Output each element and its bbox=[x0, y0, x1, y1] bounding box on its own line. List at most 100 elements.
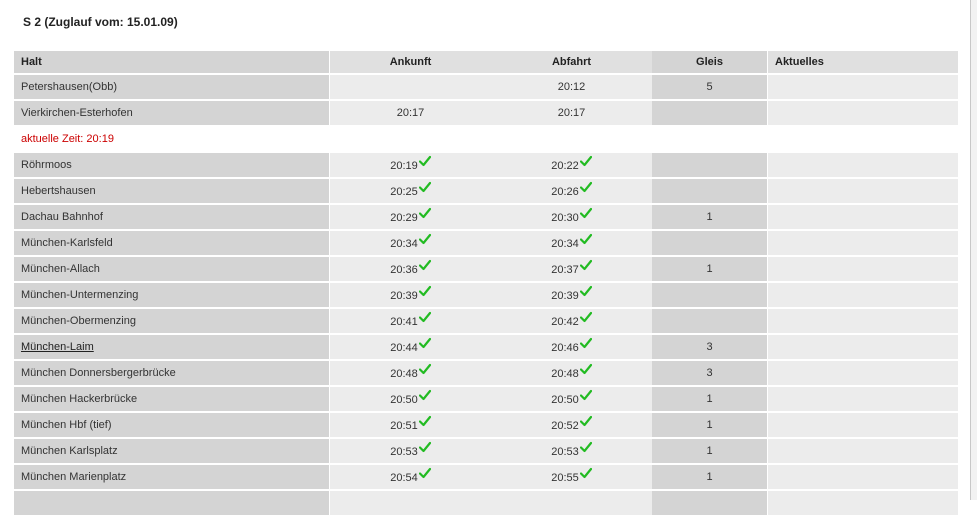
cell-abfahrt bbox=[491, 491, 652, 517]
check-icon bbox=[418, 467, 431, 482]
station-name: Dachau Bahnhof bbox=[21, 211, 103, 223]
cell-halt: München-Allach bbox=[14, 257, 330, 283]
station-name: Röhrmoos bbox=[21, 159, 72, 171]
check-icon bbox=[579, 441, 592, 456]
cell-aktuelles bbox=[768, 387, 958, 413]
cell-abfahrt: 20:39 bbox=[491, 283, 652, 309]
station-name: München-Obermenzing bbox=[21, 315, 136, 327]
table-row: München Hackerbrücke 20:50 20:50 1 bbox=[14, 387, 958, 413]
cell-halt[interactable]: München-Laim bbox=[14, 335, 330, 361]
check-icon bbox=[579, 389, 592, 404]
cell-ankunft: 20:53 bbox=[330, 439, 491, 465]
cell-gleis: 1 bbox=[652, 465, 768, 491]
table-row: München Donnersbergerbrücke 20:48 20:48 3 bbox=[14, 361, 958, 387]
station-name: Hebertshausen bbox=[21, 185, 96, 197]
cell-aktuelles bbox=[768, 179, 958, 205]
cell-halt: München Donnersbergerbrücke bbox=[14, 361, 330, 387]
table-row: Petershausen(Obb) 20:12 5 bbox=[14, 75, 958, 101]
cell-aktuelles bbox=[768, 309, 958, 335]
time-value: 20:12 bbox=[557, 81, 586, 93]
time-value: 20:34 bbox=[551, 237, 579, 250]
cell-abfahrt: 20:37 bbox=[491, 257, 652, 283]
cell-abfahrt: 20:22 bbox=[491, 153, 652, 179]
time-value: 20:26 bbox=[551, 185, 579, 198]
check-icon bbox=[418, 285, 431, 300]
cell-abfahrt: 20:12 bbox=[491, 75, 652, 101]
header-abfahrt: Abfahrt bbox=[491, 51, 652, 75]
station-name: München-Karlsfeld bbox=[21, 237, 113, 249]
station-name: München-Allach bbox=[21, 263, 100, 275]
table-row: Dachau Bahnhof 20:29 20:30 1 bbox=[14, 205, 958, 231]
cell-aktuelles bbox=[768, 439, 958, 465]
station-link[interactable]: München-Laim bbox=[21, 341, 94, 353]
station-name: München Donnersbergerbrücke bbox=[21, 367, 176, 379]
check-icon bbox=[418, 181, 431, 196]
table-row: München-Allach 20:36 20:37 1 bbox=[14, 257, 958, 283]
cell-gleis: 3 bbox=[652, 335, 768, 361]
cell-ankunft: 20:25 bbox=[330, 179, 491, 205]
cell-halt bbox=[14, 491, 330, 517]
cell-ankunft bbox=[330, 491, 491, 517]
cell-ankunft: 20:50 bbox=[330, 387, 491, 413]
check-icon bbox=[579, 155, 592, 170]
time-value: 20:25 bbox=[390, 185, 418, 198]
cell-ankunft: 20:17 bbox=[330, 101, 491, 127]
time-value: 20:54 bbox=[390, 471, 418, 484]
cell-gleis: 1 bbox=[652, 205, 768, 231]
cell-halt: München-Karlsfeld bbox=[14, 231, 330, 257]
cell-ankunft: 20:54 bbox=[330, 465, 491, 491]
cell-gleis: 3 bbox=[652, 361, 768, 387]
cell-ankunft: 20:34 bbox=[330, 231, 491, 257]
check-icon bbox=[418, 415, 431, 430]
cell-aktuelles bbox=[768, 335, 958, 361]
table-row: München Marienplatz 20:54 20:55 1 bbox=[14, 465, 958, 491]
cell-halt: Röhrmoos bbox=[14, 153, 330, 179]
cell-halt: Dachau Bahnhof bbox=[14, 205, 330, 231]
table-row: München Karlsplatz 20:53 20:53 1 bbox=[14, 439, 958, 465]
check-icon bbox=[418, 207, 431, 222]
cell-gleis: 1 bbox=[652, 413, 768, 439]
check-icon bbox=[579, 415, 592, 430]
cell-gleis bbox=[652, 179, 768, 205]
time-value: 20:46 bbox=[551, 341, 579, 354]
table-row bbox=[14, 491, 958, 517]
header-halt: Halt bbox=[14, 51, 330, 75]
time-value: 20:37 bbox=[551, 263, 579, 276]
check-icon bbox=[579, 259, 592, 274]
check-icon bbox=[579, 363, 592, 378]
cell-abfahrt: 20:46 bbox=[491, 335, 652, 361]
header-gleis: Gleis bbox=[652, 51, 768, 75]
time-value: 20:36 bbox=[390, 263, 418, 276]
station-name: Vierkirchen-Esterhofen bbox=[21, 107, 133, 119]
cell-halt: München Karlsplatz bbox=[14, 439, 330, 465]
cell-gleis bbox=[652, 153, 768, 179]
time-value: 20:48 bbox=[551, 367, 579, 380]
cell-aktuelles bbox=[768, 361, 958, 387]
cell-gleis: 1 bbox=[652, 387, 768, 413]
current-time-label: aktuelle Zeit: 20:19 bbox=[14, 127, 958, 153]
time-value: 20:39 bbox=[390, 289, 418, 302]
cell-gleis: 1 bbox=[652, 439, 768, 465]
time-value: 20:50 bbox=[390, 393, 418, 406]
time-value: 20:53 bbox=[390, 445, 418, 458]
cell-aktuelles bbox=[768, 491, 958, 517]
check-icon bbox=[579, 467, 592, 482]
cell-aktuelles bbox=[768, 465, 958, 491]
cell-abfahrt: 20:34 bbox=[491, 231, 652, 257]
table-row: München-Obermenzing 20:41 20:42 bbox=[14, 309, 958, 335]
cell-gleis bbox=[652, 231, 768, 257]
check-icon bbox=[579, 337, 592, 352]
cell-halt: München-Untermenzing bbox=[14, 283, 330, 309]
station-name: München Hbf (tief) bbox=[21, 419, 112, 431]
scrollbar-track[interactable] bbox=[971, 0, 977, 500]
time-value: 20:55 bbox=[551, 471, 579, 484]
check-icon bbox=[418, 233, 431, 248]
cell-abfahrt: 20:48 bbox=[491, 361, 652, 387]
time-value: 20:34 bbox=[390, 237, 418, 250]
cell-abfahrt: 20:42 bbox=[491, 309, 652, 335]
time-value: 20:39 bbox=[551, 289, 579, 302]
time-value: 20:17 bbox=[396, 107, 425, 119]
cell-halt: München-Obermenzing bbox=[14, 309, 330, 335]
table-row: München-Untermenzing 20:39 20:39 bbox=[14, 283, 958, 309]
station-name: München Karlsplatz bbox=[21, 445, 118, 457]
